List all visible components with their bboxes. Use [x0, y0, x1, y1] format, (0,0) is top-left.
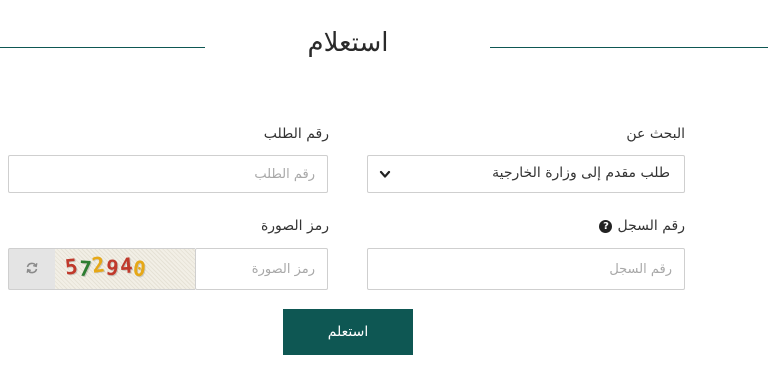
- title-divider-right: [490, 47, 768, 48]
- captcha-digit: 4: [118, 253, 134, 279]
- search-for-label: البحث عن: [626, 126, 685, 142]
- captcha-input[interactable]: [195, 248, 328, 290]
- captcha-label: رمز الصورة: [260, 218, 329, 234]
- submit-button[interactable]: استعلم: [283, 309, 413, 355]
- captcha-digits: 572940: [63, 252, 148, 282]
- captcha-digit: 2: [90, 252, 107, 278]
- page-title: استعلام: [307, 28, 389, 58]
- request-number-input[interactable]: [8, 155, 328, 193]
- registry-number-label-group: رقم السجل ?: [599, 218, 685, 234]
- captcha-digit: 9: [104, 255, 120, 281]
- captcha-refresh-button[interactable]: [8, 248, 55, 290]
- captcha-digit: 7: [77, 256, 93, 282]
- help-icon[interactable]: ?: [599, 219, 613, 233]
- request-number-label: رقم الطلب: [263, 126, 329, 142]
- registry-number-label: رقم السجل: [617, 218, 685, 234]
- registry-number-input[interactable]: [367, 248, 685, 290]
- chevron-down-icon: [378, 166, 392, 185]
- title-divider-left: [0, 47, 205, 48]
- captcha-image: 572940: [55, 248, 195, 290]
- search-for-selected-value: طلب مقدم إلى وزارة الخارجية: [492, 165, 670, 181]
- captcha-digit: 5: [63, 254, 79, 280]
- captcha-digit: 0: [131, 256, 148, 282]
- search-for-select[interactable]: طلب مقدم إلى وزارة الخارجية: [367, 155, 685, 193]
- refresh-icon: [25, 260, 39, 279]
